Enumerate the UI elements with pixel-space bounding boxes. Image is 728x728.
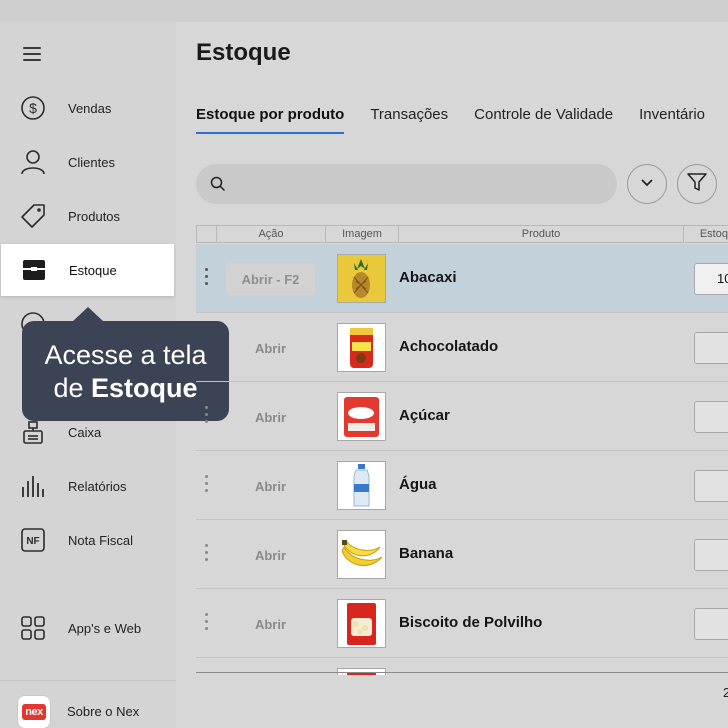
sidebar-item-label: Nota Fiscal [68,532,134,548]
sidebar-item-label: Sobre o Nex [67,704,140,719]
kebab-menu-icon[interactable] [202,544,210,564]
cash-register-icon [20,419,46,445]
product-image-banana [337,530,386,579]
product-image-sugar [337,392,386,441]
expand-button[interactable] [627,164,667,204]
sidebar-item-nota-fiscal[interactable]: NF Nota Fiscal [0,514,176,566]
sidebar-item-estoque[interactable]: Estoque [1,244,174,296]
sidebar-item-label: Produtos [68,208,121,224]
open-button[interactable]: Abrir [226,470,315,502]
open-button[interactable]: Abrir [226,539,315,571]
sidebar-item-clientes[interactable]: Clientes [0,136,176,188]
search-bar[interactable] [196,164,617,204]
tag-icon [20,203,46,229]
product-name: Achocolatado [399,338,499,355]
kebab-menu-icon[interactable] [202,613,210,633]
table-header: Ação Imagem Produto Estoque [196,225,728,243]
svg-text:NF: NF [26,536,39,547]
sidebar-item-sobre[interactable]: nex Sobre o Nex [0,680,176,728]
box-icon [21,257,47,283]
product-image-pineapple [337,254,386,303]
stock-quantity[interactable] [694,401,728,433]
search-icon [210,176,226,197]
table-row[interactable]: Abrir Água [196,451,728,520]
svg-text:$: $ [29,100,37,116]
column-header-acao: Ação [216,226,325,243]
search-input[interactable] [236,172,596,196]
product-name: Água [399,476,437,493]
open-button[interactable]: Abrir [226,332,315,364]
kebab-menu-icon[interactable] [202,475,210,495]
open-button[interactable]: Abrir - F2 [226,263,315,295]
sidebar-item-vendas[interactable]: $ Vendas [0,82,176,134]
tab-inventario[interactable]: Inventário [639,106,705,134]
stock-quantity[interactable]: 10 [694,263,728,295]
sidebar-item-label: Estoque [69,262,117,278]
kebab-menu-icon[interactable] [202,406,210,426]
table-row[interactable]: Abrir - F2 Abacaxi 10 [196,244,728,313]
stock-quantity[interactable] [694,470,728,502]
page-title: Estoque [196,39,291,66]
tab-controle-de-validade[interactable]: Controle de Validade [474,106,613,134]
stock-quantity[interactable] [694,332,728,364]
tab-estoque-por-produto[interactable]: Estoque por produto [196,106,345,134]
nf-icon: NF [20,527,46,553]
nex-logo-icon: nex [17,695,51,728]
filter-icon [687,172,707,196]
stock-quantity[interactable] [694,539,728,571]
top-bar [0,0,728,22]
product-image-water [337,461,386,510]
sidebar-item-relatorios[interactable]: Relatórios [0,460,176,512]
product-name: Biscoito de Polvilho [399,614,543,631]
tab-transacoes[interactable]: Transações [370,106,448,134]
table-row[interactable]: Abrir Banana [196,520,728,589]
user-icon [20,149,46,175]
bar-chart-icon [20,473,46,499]
stock-quantity[interactable] [694,608,728,640]
dollar-circle-icon: $ [20,95,46,121]
column-header-imagem: Imagem [325,226,398,243]
filter-button[interactable] [677,164,717,204]
hamburger-menu-icon[interactable] [20,44,46,64]
sidebar-item-label: Clientes [68,154,115,170]
table-row[interactable]: Abrir Açúcar [196,382,728,451]
product-image-cheese-biscuit [337,599,386,648]
column-header-produto: Produto [398,226,683,243]
table-row[interactable]: Abrir Biscoito de Polvilho [196,589,728,658]
sidebar-item-label: Relatórios [68,478,127,494]
product-name: Banana [399,545,454,562]
chevron-down-icon [640,175,654,193]
table-row[interactable]: Abrir Achocolatado [196,313,728,382]
sidebar-item-produtos[interactable]: Produtos [0,190,176,242]
column-header-estoque: Estoque [683,226,728,243]
tab-bar: Estoque por produto Transações Controle … [196,106,728,136]
sidebar-item-label: Vendas [68,100,112,116]
kebab-menu-icon[interactable] [202,268,210,288]
open-button[interactable]: Abrir [226,608,315,640]
product-name: Abacaxi [399,269,457,286]
sidebar-item-apps-web[interactable]: App's e Web [0,602,176,654]
main-content: Estoque Estoque por produto Transações C… [176,22,728,728]
sidebar-item-label: Caixa [68,424,102,440]
stock-table: Ação Imagem Produto Estoque Abrir - F2 A… [196,225,728,675]
table-footer-count: 2 [723,685,728,700]
apps-grid-icon [20,615,46,641]
sidebar-item-label: App's e Web [68,620,142,636]
table-footer-divider [196,672,728,673]
open-button[interactable]: Abrir [226,401,315,433]
product-image-chocolate-drink [337,323,386,372]
product-name: Açúcar [399,407,450,424]
